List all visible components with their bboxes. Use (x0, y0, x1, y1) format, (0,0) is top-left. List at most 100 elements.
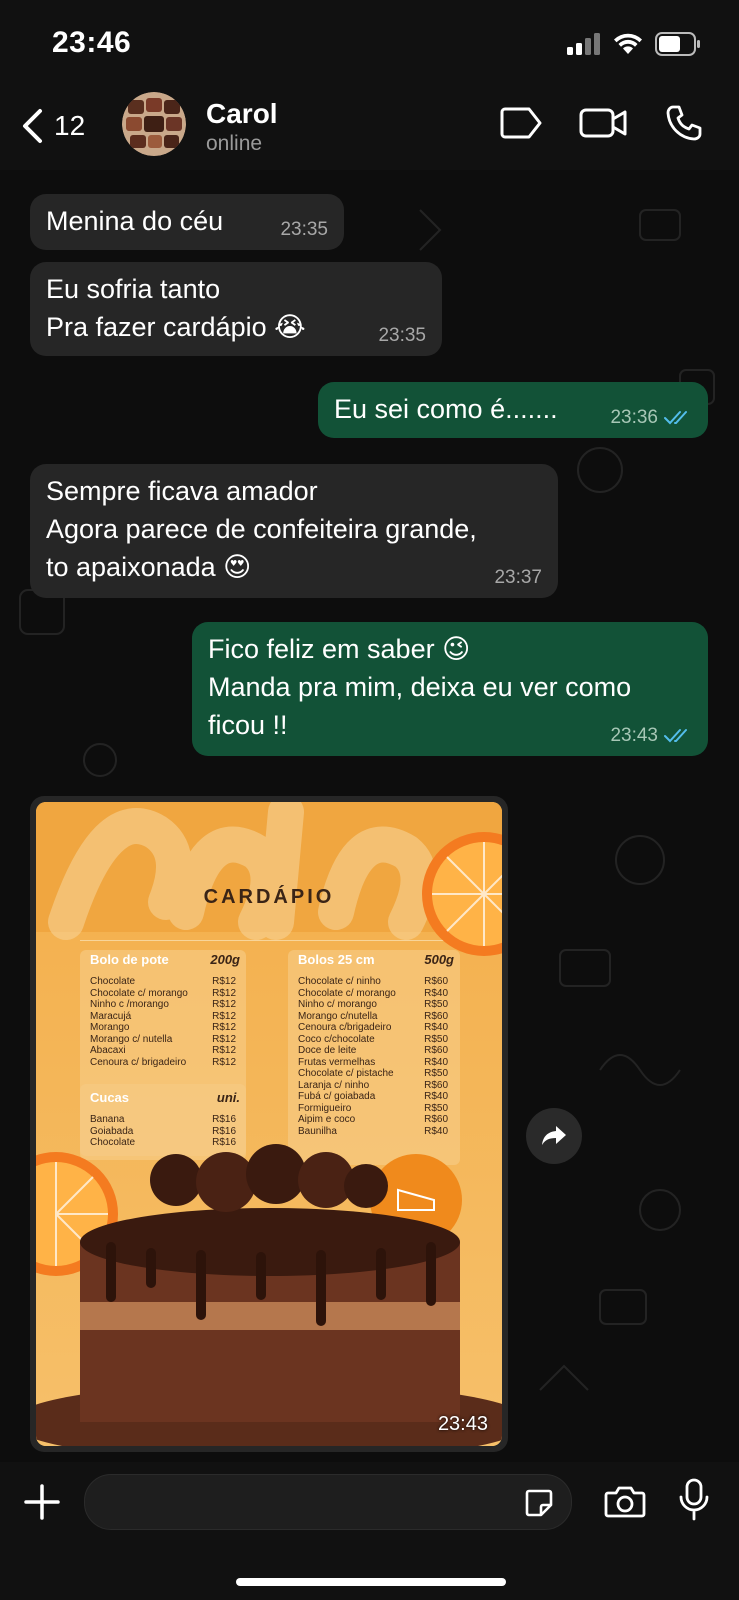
menu-item-price: R$40 (424, 1056, 448, 1068)
sticker-icon[interactable] (523, 1487, 555, 1519)
menu-item: Cenoura c/ brigadeiro R$12 (90, 1057, 236, 1069)
message-time: 23:35 (378, 325, 426, 346)
menu-item-name: Cenoura c/brigadeiro (298, 1022, 392, 1033)
menu-image[interactable]: CARDÁPIO Bolo de pote 200g Chocolate R$12… (36, 802, 502, 1446)
contact-status: online (206, 132, 263, 155)
forward-button[interactable] (526, 1108, 582, 1164)
menu-item: Chocolate c/ ninho R$60 (298, 976, 448, 988)
message-time: 23:35 (280, 219, 328, 240)
image-message[interactable]: CARDÁPIO Bolo de pote 200g Chocolate R$12… (30, 796, 508, 1452)
message-time: 23:43 (610, 726, 692, 746)
message-text: Sempre ficava amador (46, 476, 318, 506)
message-incoming[interactable]: Eu sofria tanto Pra fazer cardápio 😭 23:… (30, 262, 442, 356)
menu-item-name: Abacaxi (90, 1045, 126, 1056)
avatar[interactable] (122, 92, 186, 156)
menu-item-price: R$60 (424, 1010, 448, 1022)
menu-item: Fubá c/ goiabada R$40 (298, 1091, 448, 1103)
menu-item: Maracujá R$12 (90, 1011, 236, 1023)
menu-item-price: R$40 (424, 987, 448, 999)
message-incoming[interactable]: Sempre ficava amador Agora parece de con… (30, 464, 558, 598)
menu-item: Morango c/ nutella R$12 (90, 1034, 236, 1046)
message-outgoing[interactable]: Fico feliz em saber 😉 Manda pra mim, dei… (192, 622, 708, 756)
menu-item-name: Goiabada (90, 1125, 134, 1137)
menu-item-name: Chocolate (90, 976, 136, 987)
menu-item-price: R$12 (212, 1033, 236, 1045)
menu-item-price: R$40 (424, 1091, 448, 1102)
message-input[interactable] (105, 1475, 509, 1529)
menu-item-name: Cenoura c/ brigadeiro (90, 1056, 187, 1068)
read-ticks-icon (664, 411, 687, 425)
microphone-icon[interactable] (678, 1478, 710, 1522)
menu-item-name: Morango (90, 1022, 130, 1033)
menu-item-name: Aipim e coco (298, 1114, 356, 1125)
menu-item-name: Fubá c/ goiabada (298, 1091, 376, 1102)
menu-item-price: R$12 (212, 976, 236, 987)
message-text: Manda pra mim, deixa eu ver como (208, 672, 632, 702)
chevron-left-icon (23, 109, 42, 143)
menu-item-name: Formigueiro (298, 1102, 352, 1114)
message-text: Agora parece de confeiteira grande, (46, 514, 477, 544)
menu-item: Doce de leite R$60 (298, 1045, 448, 1057)
menu-item: Banana R$16 (90, 1114, 236, 1126)
menu-item: Baunilha R$40 (298, 1126, 448, 1138)
menu-item-name: Chocolate c/ ninho (298, 976, 381, 987)
menu-item-name: Maracujá (90, 1010, 132, 1022)
video-call-icon[interactable] (579, 106, 629, 140)
menu-list: Chocolate c/ ninho R$60 Chocolate c/ moran… (298, 976, 448, 1137)
menu-item-price: R$40 (424, 1125, 448, 1137)
menu-item-price: R$12 (212, 1010, 236, 1022)
menu-item: Goiabada R$16 (90, 1126, 236, 1138)
camera-icon[interactable] (604, 1484, 646, 1518)
menu-item-name: Morango c/nutella (298, 1010, 378, 1022)
menu-item: Aipim e coco R$60 (298, 1114, 448, 1126)
label-tag-icon[interactable] (499, 106, 543, 140)
menu-item: Laranja c/ ninho R$60 (298, 1080, 448, 1092)
menu-item-name: Coco c/chocolate (298, 1033, 375, 1045)
menu-item-name: Ninho c/ morango (298, 999, 377, 1010)
plus-icon[interactable] (22, 1482, 62, 1522)
menu-item-name: Laranja c/ ninho (298, 1079, 370, 1091)
read-ticks-icon (664, 729, 687, 743)
image-time: 23:43 (437, 1413, 488, 1435)
menu-item: Abacaxi R$12 (90, 1045, 236, 1057)
chat-header: 12 Carol online (0, 88, 739, 170)
contact-name[interactable]: Carol (206, 98, 278, 130)
menu-item-name: Chocolate (90, 1137, 136, 1148)
menu-item-name: Banana (90, 1114, 125, 1125)
menu-item-price: R$40 (424, 1022, 448, 1033)
menu-item: Chocolate R$16 (90, 1137, 236, 1149)
status-time: 23:46 (52, 26, 132, 59)
menu-item-price: R$60 (424, 976, 448, 987)
chat-area[interactable]: Menina do céu 23:35 Eu sofria tanto Pra … (0, 170, 739, 1462)
battery-icon (655, 32, 700, 56)
message-input-field[interactable] (84, 1474, 572, 1530)
message-incoming[interactable]: Menina do céu 23:35 (30, 194, 344, 250)
menu-item-price: R$50 (424, 1068, 448, 1079)
home-indicator (236, 1578, 506, 1586)
menu-item-name: Chocolate c/ morango (298, 987, 396, 999)
menu-item-price: R$50 (424, 1033, 448, 1045)
menu-item-name: Chocolate c/ pistache (298, 1068, 394, 1079)
message-time: 23:36 (610, 408, 692, 428)
menu-item: Chocolate c/ morango R$40 (298, 988, 448, 1000)
menu-item-name: Chocolate c/ morango (90, 987, 188, 999)
menu-item-price: R$50 (424, 1102, 448, 1114)
menu-item-name: Doce de leite (298, 1045, 357, 1056)
menu-item-name: Baunilha (298, 1125, 337, 1137)
menu-item-price: R$12 (212, 1056, 236, 1068)
status-bar: 23:46 (0, 0, 739, 88)
menu-item-name: Ninho c /morango (90, 999, 169, 1010)
voice-call-icon[interactable] (665, 104, 703, 142)
menu-item: Ninho c /morango R$12 (90, 999, 236, 1011)
menu-title: CARDÁPIO (203, 886, 335, 908)
menu-item-price: R$12 (212, 1045, 236, 1056)
menu-item-price: R$50 (424, 999, 448, 1010)
menu-item: Chocolate c/ morango R$12 (90, 988, 236, 1000)
menu-section-heading: Cucas uni. (90, 1090, 240, 1105)
message-outgoing[interactable]: Eu sei como é....... 23:36 (318, 382, 708, 438)
wifi-icon (614, 33, 642, 54)
back-button[interactable]: 12 (20, 108, 85, 144)
menu-item: Coco c/chocolate R$50 (298, 1034, 448, 1046)
menu-item: Formigueiro R$50 (298, 1103, 448, 1115)
menu-item-price: R$60 (424, 1114, 448, 1125)
